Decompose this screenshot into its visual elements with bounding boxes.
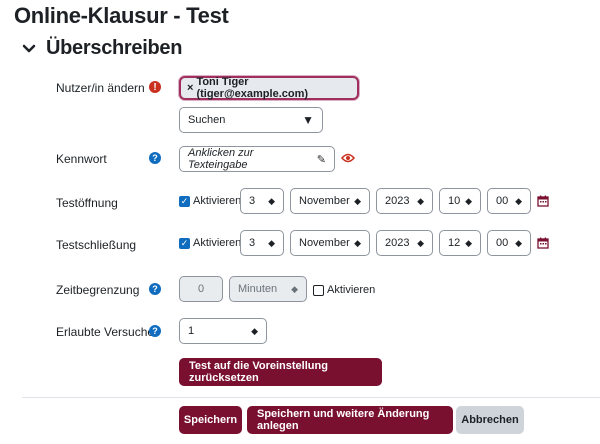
password-label: Kennwort [56,152,107,166]
sort-caret-icon: ◆ [354,237,361,248]
close-month-select[interactable]: November ◆ [290,230,370,256]
sort-caret-icon: ◆ [354,195,361,206]
close-minute-select[interactable]: 00 ◆ [487,230,531,256]
close-day-value: 3 [249,237,256,249]
password-placeholder: Anklicken zur Texteingabe [188,147,254,171]
timelimit-label: Zeitbegrenzung [56,283,140,297]
selected-user-badge[interactable]: × Toni Tiger (tiger@example.com) [179,76,359,100]
open-hour-value: 10 [448,195,461,207]
open-year-select[interactable]: 2023 ◆ [376,188,433,214]
section-title: Überschreiben [46,37,183,59]
sort-caret-icon: ◆ [417,195,424,206]
close-enable-label: Aktivieren [193,237,242,249]
close-label: Testschließung [56,238,137,252]
open-hour-select[interactable]: 10 ◆ [439,188,481,214]
sort-caret-icon: ◆ [417,237,424,248]
calendar-icon[interactable] [537,237,549,249]
open-minute-select[interactable]: 00 ◆ [487,188,531,214]
close-enable-checkbox[interactable]: ✓ Aktivieren [179,237,241,249]
timelimit-unit-select[interactable]: Minuten ◆ [229,276,307,302]
required-icon: ! [149,81,161,93]
open-enable-checkbox[interactable]: ✓ Aktivieren [179,195,241,207]
reset-button[interactable]: Test auf die Voreinstellung zurücksetzen [179,358,382,386]
user-search-placeholder: Suchen [188,114,226,126]
sort-caret-icon: ◆ [515,195,522,206]
eye-icon[interactable] [341,153,355,163]
open-year-value: 2023 [385,195,410,207]
sort-caret-icon: ◆ [291,283,298,294]
cancel-button[interactable]: Abbrechen [456,406,524,434]
timelimit-enable-checkbox[interactable]: Aktivieren [313,284,375,296]
sort-caret-icon: ◆ [515,237,522,248]
sort-caret-icon: ◆ [465,195,472,206]
attempts-label: Erlaubte Versuche [56,325,155,339]
sort-caret-icon: ◆ [465,237,472,248]
timelimit-number-input[interactable]: 0 [179,276,223,302]
user-search-select[interactable]: Suchen ▼ [179,107,323,133]
help-icon[interactable]: ? [149,325,161,337]
close-day-select[interactable]: 3 ◆ [240,230,284,256]
section-header[interactable]: Überschreiben [22,37,182,60]
timelimit-enable-label: Aktivieren [327,284,376,296]
caret-down-icon: ▼ [302,113,314,127]
open-month-select[interactable]: November ◆ [290,188,370,214]
close-minute-value: 00 [496,237,509,249]
pencil-icon: ✎ [316,153,326,166]
help-icon[interactable]: ? [149,152,161,164]
help-icon[interactable]: ? [149,283,161,295]
open-month-value: November [299,195,350,207]
selected-user-text: Toni Tiger (tiger@example.com) [196,76,309,100]
close-month-value: November [299,237,350,249]
user-label: Nutzer/in ändern [56,81,145,95]
open-day-select[interactable]: 3 ◆ [240,188,284,214]
open-minute-value: 00 [496,195,509,207]
check-icon: ✓ [179,195,190,207]
close-year-select[interactable]: 2023 ◆ [376,230,433,256]
timelimit-value: 0 [197,283,205,295]
timelimit-unit-value: Minuten [238,283,278,295]
remove-icon[interactable]: × [187,82,193,94]
calendar-icon[interactable] [537,195,549,207]
chevron-down-icon [22,44,36,52]
save-and-add-button[interactable]: Speichern und weitere Änderung anlegen [247,406,453,434]
check-icon: ✓ [179,237,190,249]
save-button[interactable]: Speichern [179,406,242,434]
open-enable-label: Aktivieren [193,195,242,207]
close-hour-select[interactable]: 12 ◆ [439,230,481,256]
divider [22,397,600,398]
sort-caret-icon: ◆ [268,195,275,206]
password-field[interactable]: Anklicken zur Texteingabe ✎ [179,146,335,172]
open-day-value: 3 [249,195,256,207]
attempts-value: 1 [188,325,195,337]
close-year-value: 2023 [385,237,410,249]
checkbox-unchecked-icon [313,284,324,296]
attempts-select[interactable]: 1 ◆ [179,318,267,344]
close-hour-value: 12 [448,237,461,249]
sort-caret-icon: ◆ [251,325,258,336]
sort-caret-icon: ◆ [268,237,275,248]
page-title: Online-Klausur - Test [14,3,229,28]
open-label: Testöffnung [56,196,118,210]
